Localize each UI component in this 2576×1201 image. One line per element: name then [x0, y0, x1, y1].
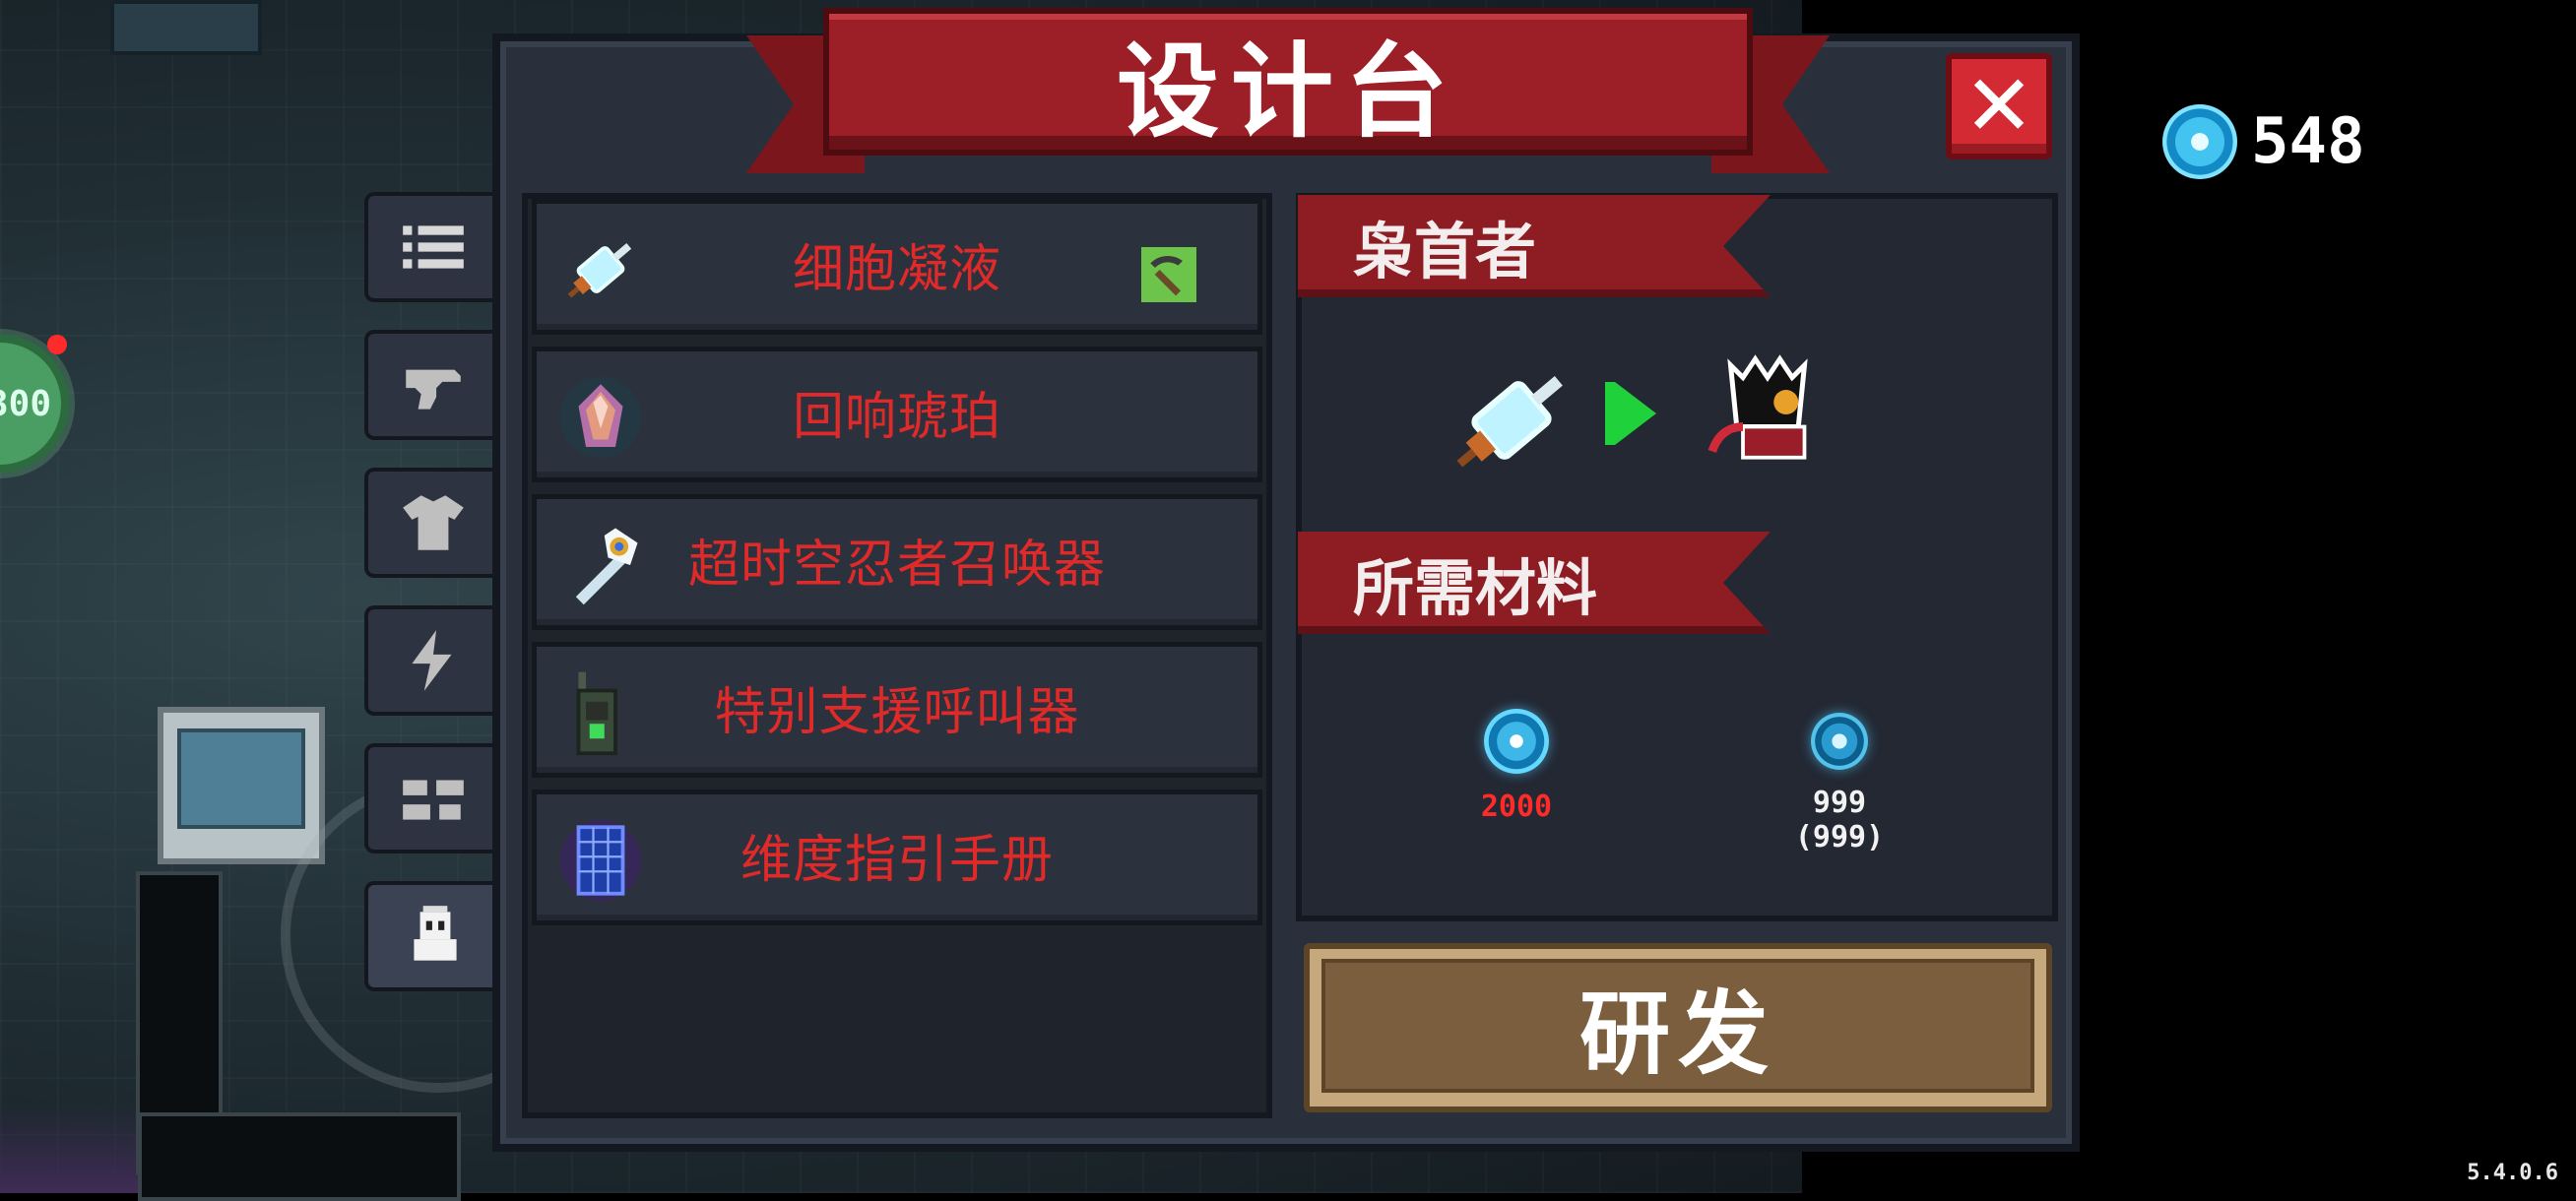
item-label: 回响琥珀 — [792, 387, 1001, 447]
list-item[interactable]: 回响琥珀 — [532, 347, 1262, 482]
character-icon — [414, 906, 457, 961]
gem-counter: 548 — [2162, 104, 2365, 179]
character-name: 枭首者 — [1353, 216, 1537, 287]
gem-icon — [2162, 104, 2237, 179]
shirt-icon — [402, 495, 464, 550]
tab-weapons[interactable] — [364, 330, 497, 440]
materials-ribbon: 所需材料 — [1298, 532, 1771, 634]
hp-value: 4300 — [0, 383, 51, 424]
close-button[interactable]: ✕ — [1946, 53, 2052, 159]
computer-monitor — [158, 707, 325, 864]
tab-outfits[interactable] — [364, 468, 497, 578]
close-icon: ✕ — [1963, 57, 2035, 156]
list-item[interactable]: 维度指引手册 — [532, 790, 1262, 925]
list-item[interactable]: 特别支援呼叫器 — [532, 642, 1262, 778]
gem-count: 548 — [2251, 105, 2365, 178]
gun-icon — [405, 369, 461, 410]
desk-base — [138, 1112, 461, 1201]
scene-floor-glow — [0, 1103, 138, 1193]
material-amount: 2000 — [1480, 790, 1553, 824]
page-title: 设计台 — [823, 8, 1753, 156]
item-label: 细胞凝液 — [792, 239, 1001, 299]
character-sprite-icon — [1707, 354, 1808, 460]
pickaxe-icon — [1141, 247, 1196, 302]
research-button[interactable]: 研发 — [1304, 943, 2052, 1112]
tab-materials[interactable] — [364, 743, 497, 853]
tab-skills[interactable] — [364, 605, 497, 716]
notification-dot — [47, 335, 67, 354]
material-amount: 999 — [1812, 786, 1867, 820]
gem-icon — [1484, 709, 1549, 774]
tab-characters[interactable] — [364, 881, 502, 991]
materials-icon — [402, 780, 464, 820]
material-gem: 2000 — [1467, 709, 1566, 824]
list-item[interactable]: 超时空忍者召唤器 — [532, 494, 1262, 630]
item-label: 维度指引手册 — [740, 830, 1054, 890]
character-name-ribbon: 枭首者 — [1298, 195, 1771, 297]
tab-list[interactable] — [364, 192, 497, 302]
research-button-label: 研发 — [1321, 959, 2034, 1093]
monitor-screen — [177, 728, 305, 829]
craft-arrow-icon — [1605, 382, 1656, 445]
material-ring: 999 (999) — [1780, 713, 1899, 854]
version-label: 5.4.0.6 — [2467, 1161, 2558, 1185]
scene-wall-block — [110, 0, 262, 55]
syringe-icon — [1456, 376, 1563, 468]
materials-heading: 所需材料 — [1353, 552, 1598, 624]
list-icon — [402, 225, 464, 269]
list-item[interactable]: 细胞凝液 — [532, 199, 1262, 335]
material-owned: (999) — [1794, 820, 1885, 854]
lightning-icon — [411, 630, 451, 691]
item-label: 特别支援呼叫器 — [714, 682, 1080, 742]
blue-ring-icon — [1811, 713, 1868, 770]
item-label: 超时空忍者召唤器 — [687, 535, 1106, 595]
